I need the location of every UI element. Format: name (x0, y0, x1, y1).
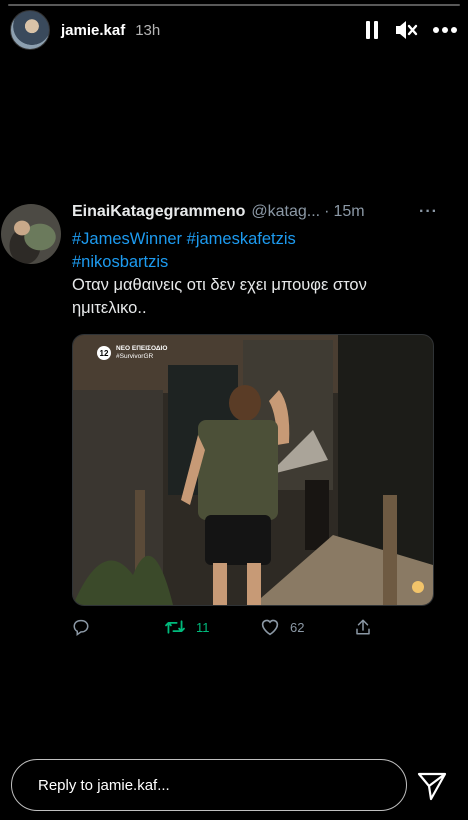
reply-input[interactable]: Reply to jamie.kaf... (11, 759, 407, 811)
tweet-handle[interactable]: @katag... (251, 203, 320, 221)
reply-placeholder: Reply to jamie.kaf... (38, 776, 170, 794)
tweet-age[interactable]: 15m (333, 203, 364, 221)
media-scene (73, 335, 433, 605)
share-icon (356, 619, 370, 635)
reply-icon (73, 619, 89, 636)
tweet-media[interactable]: 12 ΝΕΟ ΕΠΕΙΣΟΔΙΟ #SurvivorGR (72, 334, 434, 606)
tweet-separator: · (324, 203, 330, 220)
tweet-body: EinaiKatagegrammeno @katag... · 15m ··· … (72, 196, 438, 606)
story-header: jamie.kaf 13h (10, 10, 458, 50)
like-action[interactable]: 62 (260, 618, 304, 636)
tweet-display-name[interactable]: EinaiKatagegrammeno (72, 203, 245, 221)
mute-button[interactable] (394, 19, 418, 41)
reply-action[interactable] (72, 618, 90, 636)
story-controls (364, 19, 458, 41)
story-viewer[interactable]: jamie.kaf 13h EinaiKatagegrammeno @katag… (0, 0, 468, 820)
username[interactable]: jamie.kaf (61, 22, 125, 39)
more-options-button[interactable] (432, 26, 458, 34)
share-action[interactable] (354, 618, 372, 636)
send-button[interactable] (416, 770, 448, 802)
mute-icon (396, 21, 418, 39)
story-progress-bar (8, 4, 460, 6)
media-badge: 12 ΝΕΟ ΕΠΕΙΣΟΔΙΟ #SurvivorGR (97, 345, 167, 361)
send-icon (417, 772, 447, 801)
pause-button[interactable] (364, 20, 380, 40)
hashtag-link[interactable]: #JamesWinner (72, 230, 182, 248)
like-count: 62 (290, 619, 305, 635)
hashtag-link[interactable]: #jameskafetzis (187, 230, 296, 248)
tweet-card[interactable]: EinaiKatagegrammeno @katag... · 15m ··· … (0, 196, 468, 644)
retweet-count: 11 (196, 619, 210, 635)
more-icon (433, 27, 457, 33)
pause-icon (366, 21, 378, 39)
retweet-action[interactable]: 11 (164, 618, 210, 636)
avatar[interactable] (10, 10, 50, 50)
channel-number: 12 (97, 346, 111, 360)
retweet-icon (165, 620, 185, 634)
tweet-text: #JamesWinner #jameskafetzis #nikosbartzi… (72, 228, 438, 320)
tweet-actions: 11 62 (72, 616, 372, 638)
badge-line-1: ΝΕΟ ΕΠΕΙΣΟΔΙΟ (116, 345, 168, 352)
tweet-more-icon[interactable]: ··· (419, 203, 438, 221)
story-time: 13h (135, 21, 161, 39)
badge-line-2: #SurvivorGR (116, 353, 154, 360)
like-icon (261, 619, 279, 636)
tweet-header: EinaiKatagegrammeno @katag... · 15m ··· (72, 196, 438, 228)
hashtag-link[interactable]: #nikosbartzis (72, 253, 168, 271)
media-badge-text: ΝΕΟ ΕΠΕΙΣΟΔΙΟ #SurvivorGR (116, 345, 167, 361)
tweet-author-avatar[interactable] (1, 204, 61, 264)
tweet-message: Οταν μαθαινεις οτι δεν εχει μπουφε στον … (72, 276, 367, 317)
